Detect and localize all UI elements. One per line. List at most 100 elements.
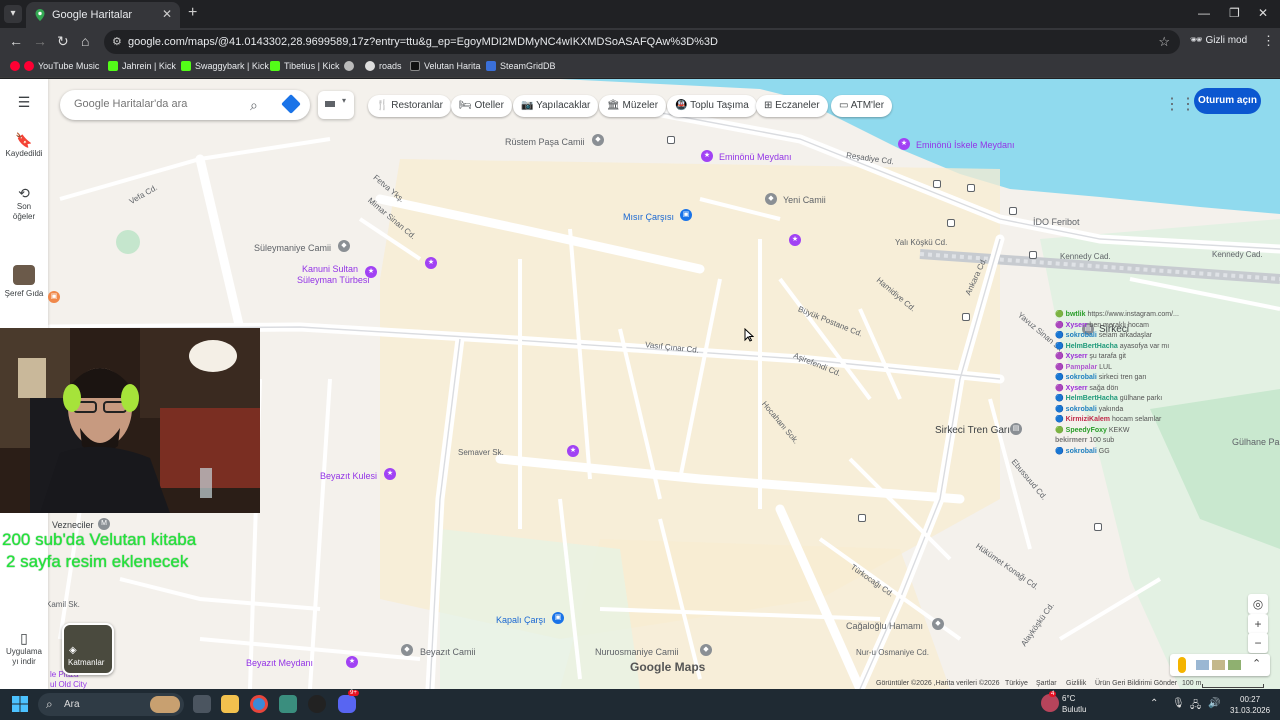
landmark-pin-icon[interactable]: ★ [425,257,437,269]
shop-pin-icon[interactable]: ▣ [48,291,60,303]
weather-icon[interactable]: 4 [1041,691,1059,712]
imagery-thumb-icon[interactable] [1196,660,1209,670]
landmark-pin-icon[interactable]: ★ [789,234,801,246]
attribution-feedback[interactable]: Ürün Geri Bildirimi Gönder [1095,680,1177,687]
chip-atms[interactable]: ▭ ATM'ler [831,95,893,117]
layers-button[interactable]: ◈ Katmanlar [62,623,114,675]
restore-icon[interactable]: ❐ [1229,6,1240,20]
shopping-pin-icon[interactable]: ▣ [680,209,692,221]
bookmark-youtube-music[interactable]: YouTube Music [10,61,99,71]
mosque-pin-icon[interactable]: ◆ [592,134,604,146]
imagery-thumb-icon[interactable] [1228,660,1241,670]
landmark-pin-icon[interactable]: ★ [567,445,579,457]
bus-stop-icon[interactable] [1029,251,1037,259]
attribution-privacy[interactable]: Gizlilik [1066,680,1086,687]
place-misir-carsisi[interactable]: Mısır Çarşısı [623,212,674,222]
bus-stop-icon[interactable] [1094,523,1102,531]
bus-stop-icon[interactable] [947,219,955,227]
zoom-out-button[interactable]: − [1248,633,1268,653]
bookmark-star-icon[interactable]: ☆ [1158,34,1170,50]
place-rustem-pasa[interactable]: Rüstem Paşa Camii [505,137,585,147]
tab-close-icon[interactable]: ✕ [162,7,172,21]
place-kanuni-1[interactable]: Kanuni Sultan [302,264,358,274]
mosque-pin-icon[interactable]: ◆ [338,240,350,252]
saved-button[interactable]: 🔖 Kaydedildi [0,133,48,159]
back-icon[interactable]: ← [9,34,23,48]
bookmark-swaggybark[interactable]: Swaggybark | Kick [181,61,269,71]
sign-in-button[interactable]: Oturum açın [1194,88,1261,114]
app-icon[interactable] [279,695,297,713]
browser-tab[interactable]: Google Haritalar ✕ [26,2,180,28]
site-info-icon[interactable]: ⚙ [112,35,122,48]
taskbar-search[interactable]: ⌕ Ara [38,693,184,716]
bath-pin-icon[interactable]: ◆ [932,618,944,630]
place-nuruosmaniye[interactable]: Nuruosmaniye Camii [595,647,679,657]
bookmark-tibetius[interactable]: Tibetius | Kick [270,61,340,71]
landmark-pin-icon[interactable]: ★ [384,468,396,480]
chip-things-to-do[interactable]: 📷 Yapılacaklar [513,95,599,117]
file-explorer-icon[interactable] [221,695,239,713]
pegman-icon[interactable] [1178,657,1186,673]
new-tab-icon[interactable]: + [188,5,197,21]
place-eminonu-iskele[interactable]: Eminönü İskele Meydanı [916,140,1015,150]
mosque-pin-icon[interactable]: ◆ [401,644,413,656]
scale-label[interactable]: 100 m [1182,680,1201,687]
train-station-icon[interactable]: ▤ [1010,423,1022,435]
mosque-pin-icon[interactable]: ◆ [700,644,712,656]
imagery-thumb-icon[interactable] [1212,660,1225,670]
bookmark-steamgriddb[interactable]: SteamGridDB [486,61,556,71]
browser-menu-icon[interactable]: ⋮ [1262,33,1275,49]
get-app-button[interactable]: ▯ Uygulama yı indir [0,631,48,667]
place-ido[interactable]: İDO Feribot [1033,217,1080,227]
place-sirkeci-tren[interactable]: Sirkeci Tren Garı [935,425,1010,436]
metro-station-icon[interactable]: M [98,518,110,530]
minimize-icon[interactable]: — [1198,6,1210,20]
place-yeni-camii[interactable]: Yeni Camii [783,195,826,205]
forward-icon[interactable]: → [33,34,47,48]
tray-chevron-icon[interactable]: ⌃ [1150,698,1158,709]
microphone-icon[interactable]: 🎙 [1172,698,1185,709]
my-location-icon[interactable]: ◎ [1248,594,1268,614]
place-eminonu-meydani[interactable]: Eminönü Meydanı [719,152,792,162]
attribution-country[interactable]: Türkiye [1005,680,1028,687]
weather-widget[interactable]: 6°C Bulutlu [1062,693,1086,715]
zoom-in-button[interactable]: + [1248,614,1268,634]
bus-stop-icon[interactable] [933,180,941,188]
search-icon[interactable]: ⌕ [250,97,258,114]
tab-search-button[interactable]: ▾ [4,5,22,23]
bookmark-velutan[interactable]: Velutan Harita [410,61,481,71]
chip-pharmacies[interactable]: ⊞ Eczaneler [756,95,828,117]
discord-icon[interactable]: 9+ [338,690,359,713]
mosque-pin-icon[interactable]: ◆ [765,193,777,205]
search-input[interactable] [74,98,244,110]
place-vezneciler[interactable]: Vezneciler [52,520,94,530]
volume-icon[interactable]: 🔊 [1208,698,1220,709]
chevron-up-icon[interactable]: ⌃ [1252,657,1261,670]
shopping-pin-icon[interactable]: ▣ [552,612,564,624]
place-beyazit-meydani[interactable]: Beyazıt Meydanı [246,658,313,668]
bus-stop-icon[interactable] [667,136,675,144]
chip-transit[interactable]: 🚇 Toplu Taşıma [667,95,757,117]
obs-icon[interactable] [308,695,326,713]
chip-museums[interactable]: 🏛 Müzeler [599,95,667,117]
system-clock[interactable]: 00:27 31.03.2026 [1230,694,1270,716]
landmark-pin-icon[interactable]: ★ [346,656,358,668]
bookmark-roads[interactable]: roads [365,61,402,71]
map-type-chip[interactable]: ▾ [318,91,354,119]
chip-hotels[interactable]: 🛏 Oteller [451,95,512,117]
bookmark-globe[interactable] [344,61,354,71]
reload-icon[interactable]: ↻ [57,34,69,48]
place-beyazit-camii[interactable]: Beyazıt Camii [420,647,476,657]
landmark-pin-icon[interactable]: ★ [365,266,377,278]
windows-start-icon[interactable] [12,696,28,712]
network-icon[interactable]: 🖧 [1190,698,1201,715]
search-box[interactable] [60,90,310,120]
chrome-icon[interactable] [250,695,268,713]
bookmark-jahrein[interactable]: Jahrein | Kick [108,61,176,71]
place-cagaloglu[interactable]: Cağaloğlu Hamamı [846,621,923,631]
home-icon[interactable]: ⌂ [81,34,89,48]
bus-stop-icon[interactable] [967,184,975,192]
landmark-pin-icon[interactable]: ★ [898,138,910,150]
incognito-indicator[interactable]: 🕶 Gizli mod [1190,35,1247,46]
task-view-icon[interactable] [193,695,211,713]
